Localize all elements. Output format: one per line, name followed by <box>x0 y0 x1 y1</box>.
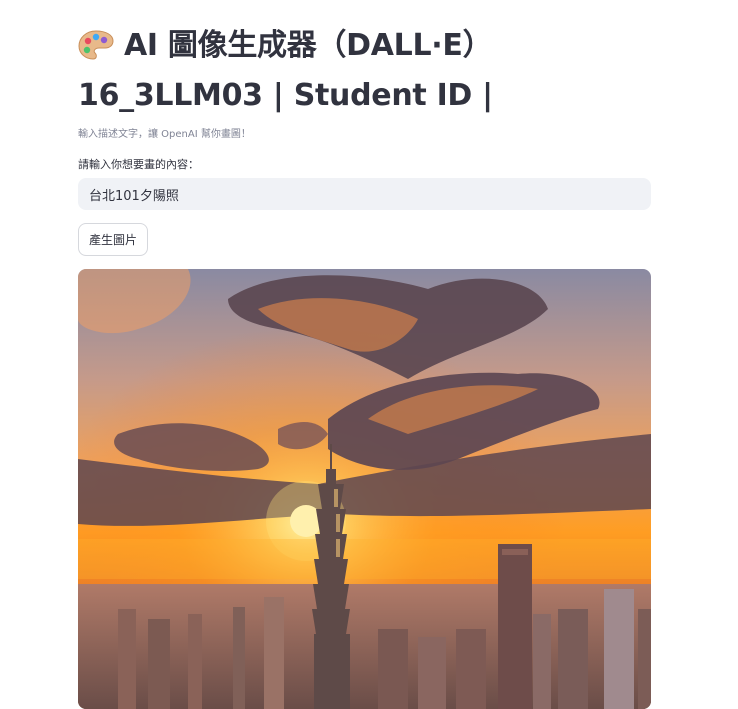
title-text-2: 16_3LLM03 | Student ID | <box>78 78 493 113</box>
title-row-1: AI 圖像生成器（DALL·E） <box>78 24 651 74</box>
taipei-101-sunset-image <box>78 269 651 709</box>
caption-text: 輸入描述文字，讓 OpenAI 幫你畫圖！ <box>78 129 251 140</box>
page-title: AI 圖像生成器（DALL·E） 16_3LLM03 | Student ID … <box>78 24 651 118</box>
title-text-1: AI 圖像生成器（DALL·E） <box>124 28 493 63</box>
artist-palette-icon <box>78 29 114 74</box>
prompt-input[interactable] <box>78 178 651 210</box>
generate-image-button[interactable]: 產生圖片 <box>78 223 149 256</box>
prompt-label: 請輸入你想要畫的內容： <box>78 158 199 171</box>
generated-image <box>78 269 651 709</box>
